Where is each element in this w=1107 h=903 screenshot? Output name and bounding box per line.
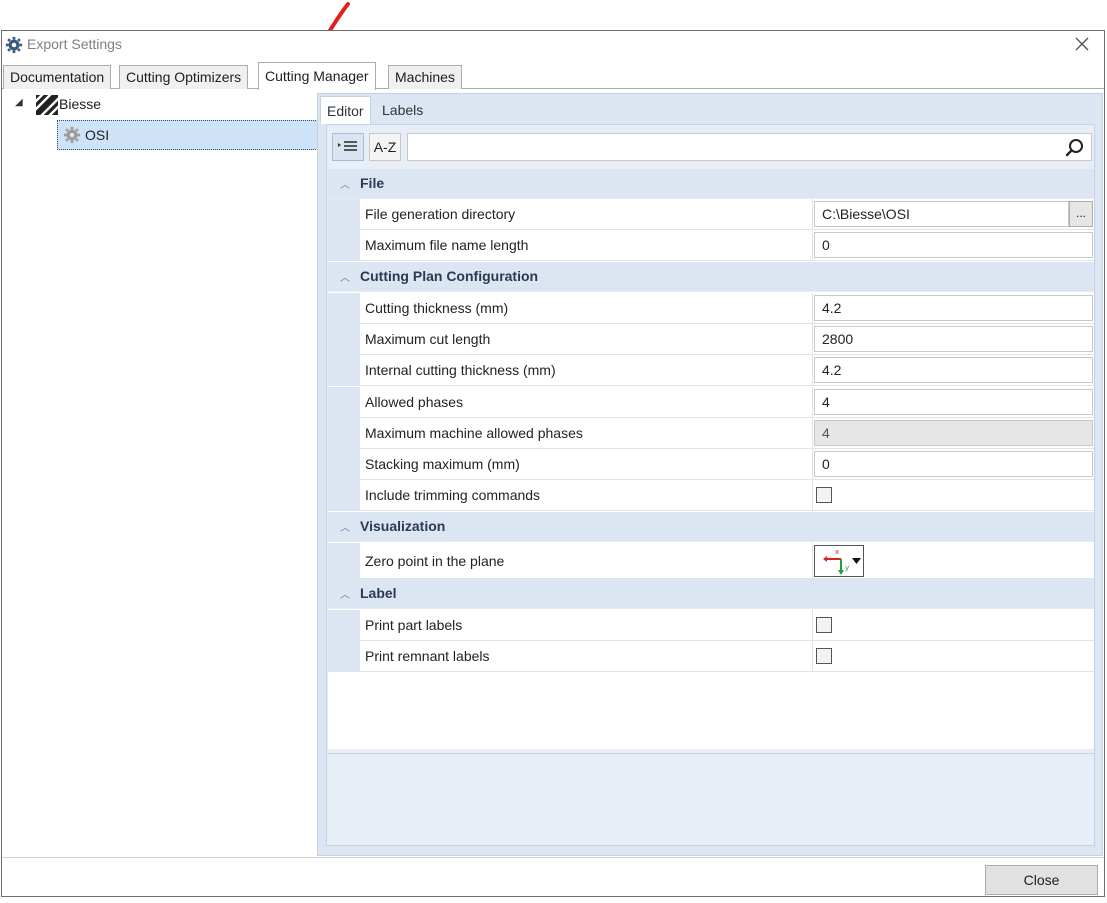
category-label: Visualization: [360, 518, 446, 534]
max-file-name-length-field[interactable]: 0: [814, 232, 1093, 258]
allowed-phases-field[interactable]: 4: [814, 389, 1093, 415]
gear-icon: [5, 36, 23, 54]
property-name: File generation directory: [359, 199, 812, 230]
stacking-maximum-field[interactable]: 0: [814, 451, 1093, 477]
max-cut-length-field[interactable]: 2800: [814, 326, 1093, 352]
property-row: Cutting thickness (mm) 4.2: [328, 293, 1094, 324]
settings-panel: Editor Labels A-Z ︿ File File generation…: [317, 93, 1103, 856]
property-row: Maximum file name length 0: [328, 230, 1094, 261]
property-row: File generation directory C:\Biesse\OSI …: [328, 199, 1094, 230]
property-row: Print remnant labels: [328, 641, 1094, 672]
settings-gear-icon: [63, 126, 81, 144]
cutting-thickness-field[interactable]: 4.2: [814, 295, 1093, 321]
zero-point-picker[interactable]: x y: [814, 545, 864, 577]
property-row: Maximum cut length 2800: [328, 324, 1094, 355]
subtab-labels[interactable]: Labels: [376, 96, 429, 124]
categorized-view-button[interactable]: [332, 133, 364, 161]
internal-cutting-thickness-field[interactable]: 4.2: [814, 357, 1093, 383]
tab-machines[interactable]: Machines: [388, 65, 462, 89]
max-machine-phases-field: 4: [814, 420, 1093, 446]
svg-text:y: y: [845, 564, 849, 572]
print-remnant-labels-checkbox[interactable]: [816, 648, 832, 664]
collapse-chevron-icon[interactable]: ︿: [340, 269, 350, 284]
category-file[interactable]: ︿ File: [328, 169, 1094, 199]
property-name: Maximum machine allowed phases: [359, 418, 812, 449]
property-row: Stacking maximum (mm) 0: [328, 449, 1094, 480]
export-settings-window: Export Settings Documentation Cutting Op…: [1, 30, 1105, 897]
property-row: Allowed phases 4: [328, 387, 1094, 418]
tab-cutting-optimizers[interactable]: Cutting Optimizers: [119, 65, 249, 89]
property-name: Stacking maximum (mm): [359, 449, 812, 480]
category-cutting-plan-configuration[interactable]: ︿ Cutting Plan Configuration: [328, 262, 1094, 292]
category-label: File: [360, 175, 385, 191]
window-title: Export Settings: [27, 36, 122, 52]
close-button[interactable]: Close: [985, 865, 1098, 895]
property-name: Print remnant labels: [359, 641, 812, 672]
alphabetical-sort-button[interactable]: A-Z: [369, 133, 401, 161]
subtab-editor[interactable]: Editor: [320, 96, 371, 124]
title-bar: Export Settings: [2, 31, 1104, 59]
property-row: Include trimming commands: [328, 480, 1094, 511]
zero-point-axes-icon: x y: [823, 548, 861, 575]
property-row: Zero point in the plane x y: [328, 543, 1094, 579]
biesse-logo-icon: [36, 95, 58, 115]
property-editor: A-Z ︿ File File generation directory C:\…: [326, 124, 1095, 846]
search-icon[interactable]: [1065, 138, 1085, 158]
print-part-labels-checkbox[interactable]: [816, 617, 832, 633]
description-area: [328, 753, 1094, 843]
category-visualization[interactable]: ︿ Visualization: [328, 512, 1094, 542]
search-input[interactable]: [407, 133, 1092, 161]
property-name: Allowed phases: [359, 387, 812, 418]
tree-item-osi[interactable]: OSI: [57, 120, 318, 150]
tree-item-osi-label: OSI: [85, 127, 110, 143]
property-name: Maximum cut length: [359, 324, 812, 355]
property-name: Cutting thickness (mm): [359, 293, 812, 324]
expand-arrow-icon[interactable]: ◢: [15, 97, 23, 108]
category-label-group[interactable]: ︿ Label: [328, 579, 1094, 609]
property-row: Maximum machine allowed phases 4: [328, 418, 1094, 449]
property-name: Include trimming commands: [359, 480, 812, 511]
categorized-list-icon: [338, 141, 357, 151]
directory-field[interactable]: C:\Biesse\OSI: [814, 201, 1069, 227]
property-name: Zero point in the plane: [359, 543, 812, 579]
property-row: Internal cutting thickness (mm) 4.2: [328, 355, 1094, 386]
tab-cutting-manager[interactable]: Cutting Manager: [258, 62, 376, 90]
property-grid: ︿ File File generation directory C:\Bies…: [328, 169, 1094, 749]
category-label: Cutting Plan Configuration: [360, 268, 539, 284]
collapse-chevron-icon[interactable]: ︿: [340, 519, 350, 534]
property-row: Print part labels: [328, 610, 1094, 641]
browse-button[interactable]: ...: [1069, 201, 1093, 227]
close-icon[interactable]: [1072, 34, 1092, 54]
tree-item-biesse[interactable]: Biesse: [59, 96, 101, 112]
svg-text:x: x: [835, 548, 839, 556]
property-name: Print part labels: [359, 610, 812, 641]
tab-documentation[interactable]: Documentation: [3, 65, 112, 89]
collapse-chevron-icon[interactable]: ︿: [340, 586, 350, 601]
dialog-footer: Close: [2, 857, 1104, 896]
category-label: Label: [360, 585, 397, 601]
include-trimming-checkbox[interactable]: [816, 487, 832, 503]
property-name: Internal cutting thickness (mm): [359, 355, 812, 386]
property-name: Maximum file name length: [359, 230, 812, 261]
collapse-chevron-icon[interactable]: ︿: [340, 176, 350, 191]
tree-panel: ◢ Biesse OSI: [3, 90, 318, 856]
